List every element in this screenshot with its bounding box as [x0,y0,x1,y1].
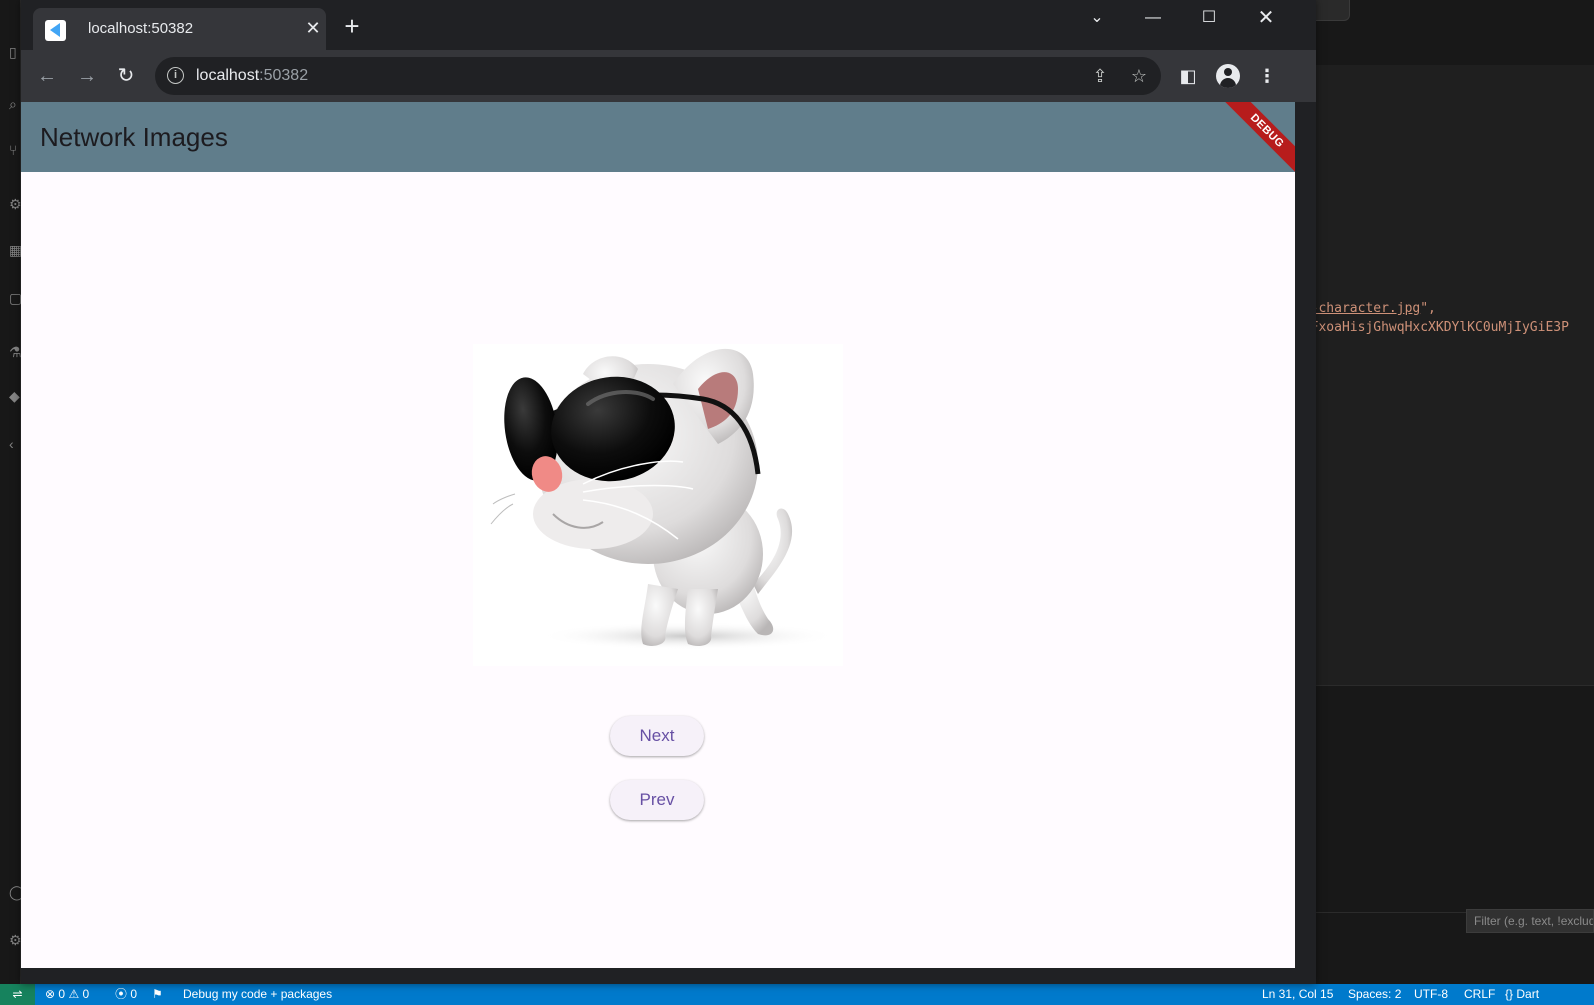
remote-indicator-icon[interactable]: ⇌ [0,984,35,1005]
bottom-panel [1295,685,1594,984]
site-info-icon[interactable]: i [167,67,184,84]
code-text: ", [1420,301,1436,316]
indentation[interactable]: Spaces: 2 [1348,984,1401,1005]
flutter-favicon-icon [45,20,66,41]
remote-explorer-icon[interactable]: ▢ [9,290,22,306]
account-icon[interactable]: ◯ [9,884,25,900]
address-bar[interactable]: i localhost:50382 ⇪ ☆ [155,57,1161,95]
back-icon[interactable]: ← [33,62,61,90]
minimize-icon[interactable]: — [1133,4,1173,32]
code-editor[interactable]: on-character.jpg", oTFxoaHisjGhwqHxcXKDY… [1295,65,1594,685]
broadcast-icon: ⦿ [115,987,128,1001]
new-tab-icon[interactable]: + [340,13,364,39]
flutter-icon[interactable]: ◆ [9,388,21,404]
menu-kebab-icon[interactable]: ⋮ [1253,62,1281,90]
ports-count: 0 [130,987,138,1001]
warning-icon: ⚠ [68,987,80,1001]
search-icon[interactable]: ⌕ [9,96,21,112]
cursor-position[interactable]: Ln 31, Col 15 [1262,984,1333,1005]
network-image [473,344,843,666]
error-count: 0 [58,987,66,1001]
close-tab-icon[interactable]: ✕ [303,18,323,38]
source-control-icon[interactable]: ⑂ [9,142,21,158]
browser-tab[interactable]: localhost:50382 ✕ [33,8,326,50]
debug-banner: DEBUG [1218,102,1295,180]
prev-button[interactable]: Prev [610,780,704,820]
app-bar: Network Images DEBUG [21,102,1295,180]
debug-run-icon[interactable]: ⚑ [152,984,163,1005]
debug-config[interactable]: Debug my code + packages [183,984,332,1005]
encoding[interactable]: UTF-8 [1414,984,1448,1005]
tab-search-chevron-icon[interactable]: ⌄ [1077,4,1117,32]
browser-window: localhost:50382 ✕ + ⌄ — ☐ ✕ ← → ↻ i loca… [21,0,1316,984]
browser-toolbar: ← → ↻ i localhost:50382 ⇪ ☆ ◧ ⋮ [21,50,1316,102]
ports-indicator[interactable]: ⦿ 0 [115,984,137,1005]
panel-filter-input[interactable]: Filter (e.g. text, !exclud [1466,909,1594,933]
manage-gear-icon[interactable]: ⚙ [9,932,22,948]
error-icon: ⊗ [45,987,56,1001]
braces-icon: {} [1505,987,1514,1001]
extensions-icon[interactable]: ▦ [9,242,22,258]
close-window-icon[interactable]: ✕ [1246,4,1286,32]
url-text[interactable]: localhost:50382 [196,66,308,86]
end-of-line[interactable]: CRLF [1464,984,1495,1005]
flutter-app: Network Images DEBUG Next Prev [21,102,1295,968]
maximize-icon[interactable]: ☐ [1189,4,1229,32]
tab-title: localhost:50382 [88,20,194,37]
app-title: Network Images [40,122,228,152]
status-bar: ⇌ ⊗ 0 ⚠ 0 ⦿ 0 ⚑ Debug my code + packages… [0,984,1594,1005]
tab-strip: localhost:50382 ✕ + ⌄ — ☐ ✕ [21,0,1316,50]
profile-avatar-icon[interactable] [1216,64,1240,88]
language-mode[interactable]: {} Dart [1505,984,1539,1005]
debug-icon[interactable]: ⚙ [9,196,22,212]
next-button[interactable]: Next [610,716,704,756]
activity-bar: ▯ ⌕ ⑂ ⚙ ▦ ▢ ⚗ ◆ ‹ ◯ ⚙ [0,0,25,984]
reload-icon[interactable]: ↻ [112,62,140,90]
share-icon[interactable]: ⇪ [1089,65,1111,87]
testing-icon[interactable]: ⚗ [9,344,22,360]
side-panel-icon[interactable]: ◧ [1174,62,1202,90]
code-line: oTFxoaHisjGhwqHxcXKDYlKC0uMjIyGiE3P [1295,320,1569,335]
chevron-icon[interactable]: ‹ [9,436,21,452]
problems-indicator[interactable]: ⊗ 0 ⚠ 0 [45,984,89,1005]
forward-icon[interactable]: → [73,62,101,90]
explorer-icon[interactable]: ▯ [9,44,21,60]
code-line: on-character.jpg", [1295,301,1436,316]
cat-with-sunglasses-image [490,348,838,650]
editor-tab-area [1295,0,1594,65]
bookmark-star-icon[interactable]: ☆ [1128,65,1150,87]
warning-count: 0 [82,987,90,1001]
